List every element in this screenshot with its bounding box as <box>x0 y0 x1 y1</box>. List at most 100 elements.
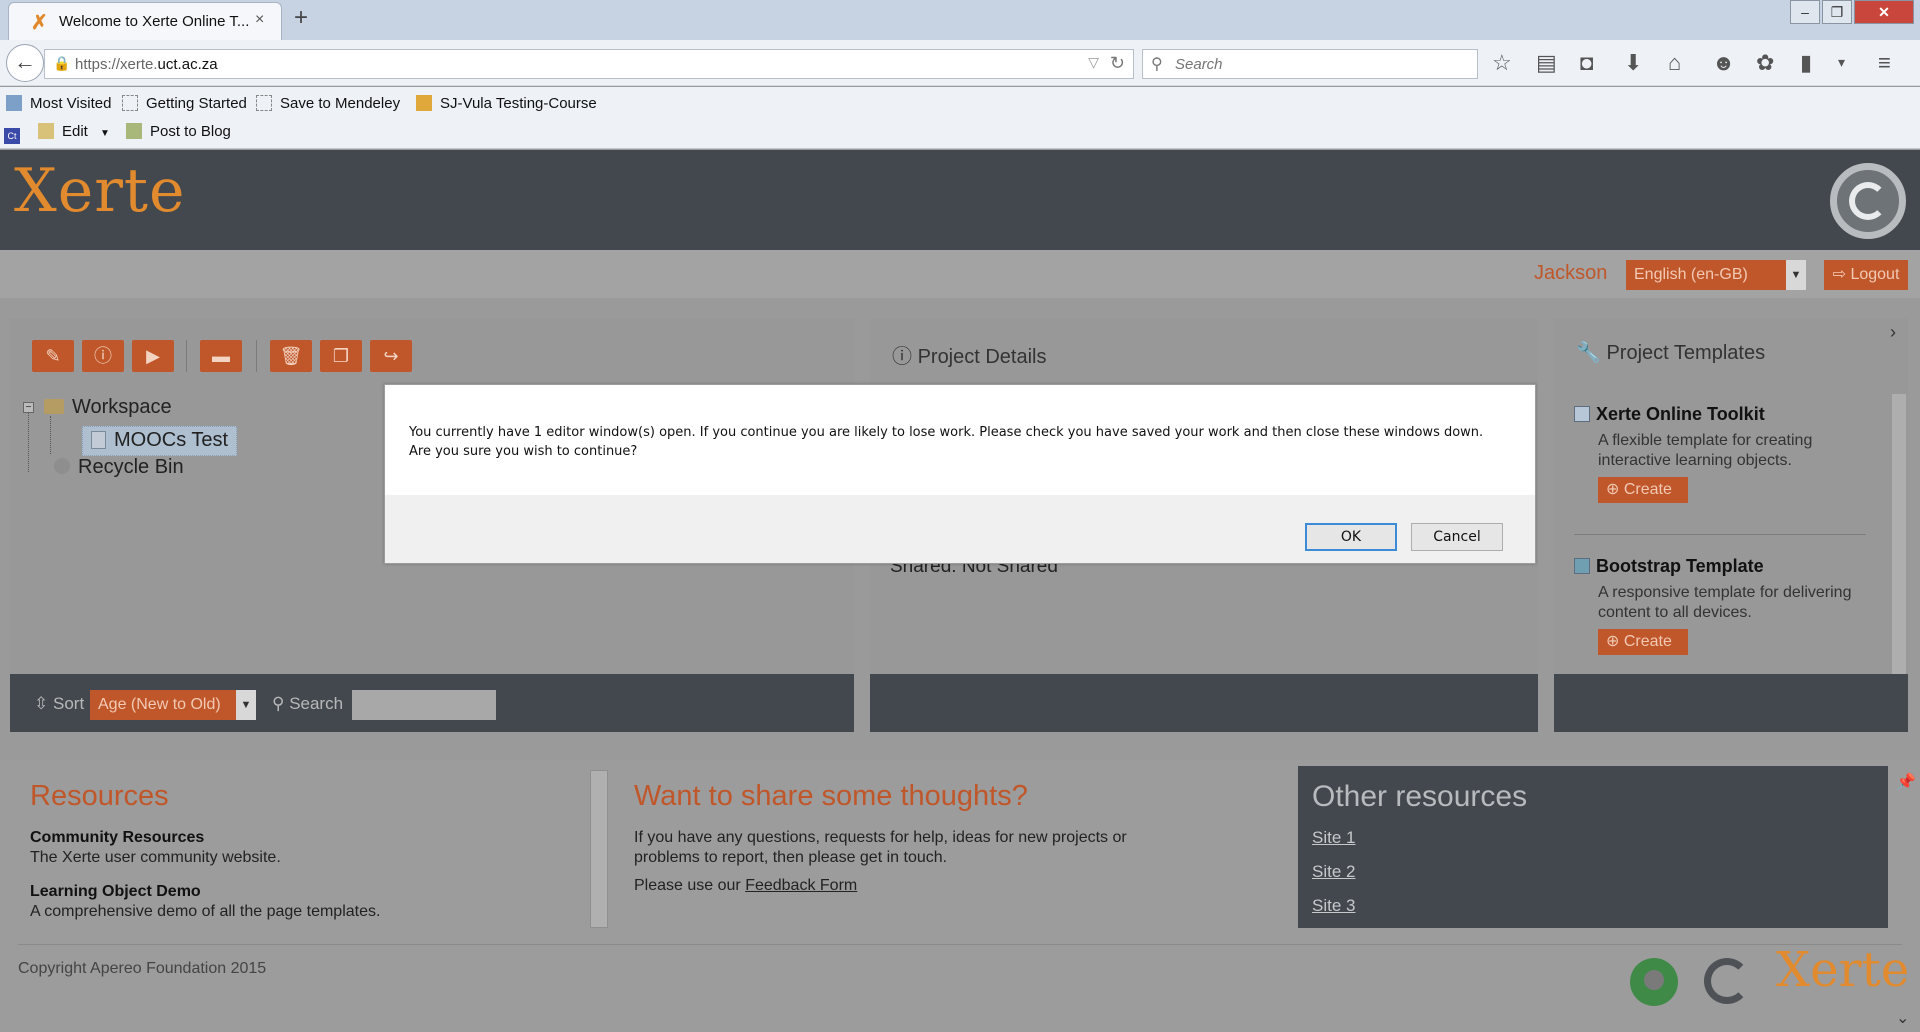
plus-circle-icon: ⊕ <box>1606 481 1620 498</box>
project-templates-panel: 🔧 Project Templates Xerte Online Toolkit… <box>1554 318 1908 674</box>
logout-button[interactable]: ⇨ Logout <box>1824 260 1908 290</box>
bookmark-post-to-blog[interactable]: Post to Blog <box>126 123 231 140</box>
sort-select[interactable]: Age (New to Old) ▼ <box>90 690 256 720</box>
resources-scrollbar[interactable] <box>590 770 608 928</box>
copyright: Copyright Apereo Foundation 2015 <box>18 960 267 977</box>
resource-community[interactable]: Community Resources The Xerte user commun… <box>30 828 281 868</box>
info-icon: ⓘ <box>892 346 912 368</box>
page-icon <box>122 95 138 111</box>
template-divider <box>1574 534 1866 535</box>
folder-icon <box>44 399 64 414</box>
properties-button[interactable]: ⓘ <box>82 340 124 372</box>
pocket-icon[interactable]: ◘ <box>1580 50 1593 76</box>
new-tab-button[interactable]: + <box>294 4 308 32</box>
bookmark-save-to-mendeley[interactable]: Save to Mendeley <box>256 95 400 112</box>
home-icon[interactable]: ⌂ <box>1668 50 1681 76</box>
other-resources-heading: Other resources <box>1312 780 1528 813</box>
tab-close-icon[interactable]: × <box>255 11 264 29</box>
cancel-button[interactable]: Cancel <box>1411 523 1503 551</box>
bookmark-edit[interactable]: Edit ▼ <box>38 123 110 140</box>
reload-icon[interactable]: ↻ <box>1110 53 1125 74</box>
menu-icon[interactable]: ≡ <box>1878 50 1891 76</box>
browser-search-input[interactable] <box>1173 55 1463 74</box>
project-search-input[interactable] <box>352 690 496 720</box>
new-folder-button[interactable]: ▬ <box>200 340 242 372</box>
document-icon <box>91 431 106 449</box>
duplicate-button[interactable]: ❐ <box>320 340 362 372</box>
most-visited-icon <box>6 95 22 111</box>
feedback-form-link[interactable]: Feedback Form <box>745 877 857 894</box>
url-bar[interactable]: 🔒 https://xerte.uct.ac.za ▽ ↻ <box>44 49 1134 79</box>
create-button[interactable]: ⊕ Create <box>1598 477 1688 503</box>
project-templates-footer <box>1554 674 1908 732</box>
chevron-down-icon: ▼ <box>1786 260 1806 290</box>
tree-node-recycle-bin[interactable]: Recycle Bin <box>54 456 184 479</box>
tree-node-project[interactable]: MOOCs Test <box>82 426 238 456</box>
resource-learning-object-demo[interactable]: Learning Object Demo A comprehensive demo… <box>30 882 380 922</box>
folder-icon: ▬ <box>212 346 230 366</box>
play-icon: ▶ <box>146 346 160 366</box>
chat-icon[interactable]: ☻ <box>1712 50 1735 76</box>
tree-line <box>50 416 51 454</box>
edit-button[interactable]: ✎ <box>32 340 74 372</box>
pin-icon[interactable]: 📌 <box>1896 772 1916 792</box>
create-button[interactable]: ⊕ Create <box>1598 629 1688 655</box>
logout-icon: ⇨ <box>1832 266 1846 283</box>
bookmarks-toolbar: Most Visited Getting Started Save to Men… <box>0 87 1920 149</box>
clipboard-icon[interactable]: ▮ <box>1800 50 1812 76</box>
rss-feed-icon <box>416 95 432 111</box>
feedback-prompt: Please use our Feedback Form <box>634 877 858 894</box>
sort-icon: ⇳ <box>34 694 49 713</box>
window-close-button[interactable]: ✕ <box>1854 0 1914 24</box>
toolbar-separator <box>256 340 257 372</box>
browser-search-bar[interactable]: ⚲ <box>1142 49 1478 79</box>
extension-icon[interactable]: ✿ <box>1756 50 1774 76</box>
bookmark-getting-started[interactable]: Getting Started <box>122 95 247 112</box>
edit-icon: ✎ <box>45 346 61 366</box>
bookmark-most-visited[interactable]: Most Visited <box>6 95 111 112</box>
sort-label: ⇳ Sort <box>34 694 85 713</box>
language-select[interactable]: English (en-GB) ▼ <box>1626 260 1806 290</box>
chevron-down-icon: ▼ <box>236 690 256 720</box>
tree-node-workspace[interactable]: Workspace <box>44 396 172 419</box>
site-3-link[interactable]: Site 3 <box>1312 896 1355 916</box>
delete-button[interactable]: 🗑 <box>270 340 312 372</box>
xerte-footer-logo: Xerte <box>1776 942 1910 998</box>
reading-list-icon[interactable]: ▤ <box>1536 50 1557 76</box>
url-text: https://xerte.uct.ac.za <box>75 56 218 73</box>
url-dropdown-icon[interactable]: ▽ <box>1088 54 1099 71</box>
feedback-heading: Want to share some thoughts? <box>634 780 1028 812</box>
back-button[interactable]: ← <box>6 44 44 82</box>
bookmark-ct[interactable]: Ct <box>4 123 34 144</box>
trash-icon: 🗑 <box>279 346 303 366</box>
project-details-footer <box>870 674 1538 732</box>
chevron-down-icon[interactable]: ⌄ <box>1896 1008 1909 1028</box>
bookmark-star-icon[interactable]: ☆ <box>1492 50 1512 76</box>
recycle-bin-icon <box>54 458 70 474</box>
open-source-logo-icon <box>1630 958 1678 1006</box>
templates-scrollbar[interactable] <box>1892 394 1906 674</box>
template-icon <box>1574 406 1590 422</box>
search-icon: ⚲ <box>272 694 285 713</box>
template-xerte-online-toolkit: Xerte Online Toolkit A flexible template… <box>1574 404 1874 503</box>
preview-button[interactable]: ▶ <box>132 340 174 372</box>
info-icon: ⓘ <box>94 346 112 366</box>
publish-button[interactable]: ↪ <box>370 340 412 372</box>
chevron-down-icon: ▼ <box>100 128 110 139</box>
browser-tab[interactable]: ✗ Welcome to Xerte Online T... × <box>8 2 282 40</box>
project-templates-heading: 🔧 Project Templates <box>1576 342 1766 364</box>
edit-icon <box>38 123 54 139</box>
window-minimize-button[interactable]: – <box>1790 0 1820 24</box>
toolbar-overflow-icon[interactable]: ▾ <box>1838 54 1845 71</box>
download-icon[interactable]: ⬇ <box>1624 50 1642 76</box>
site-1-link[interactable]: Site 1 <box>1312 828 1355 848</box>
ok-button[interactable]: OK <box>1305 523 1397 551</box>
window-maximize-button[interactable]: ❐ <box>1822 0 1852 24</box>
collapse-toggle[interactable]: − <box>23 402 34 413</box>
bookmark-sj-vula[interactable]: SJ-Vula Testing-Course <box>416 95 597 112</box>
search-icon: ⚲ <box>1151 56 1163 73</box>
xerte-logo: Xerte <box>14 156 186 226</box>
site-2-link[interactable]: Site 2 <box>1312 862 1355 882</box>
project-details-heading: ⓘ Project Details <box>892 346 1047 368</box>
chevron-right-icon[interactable]: › <box>1890 322 1896 343</box>
